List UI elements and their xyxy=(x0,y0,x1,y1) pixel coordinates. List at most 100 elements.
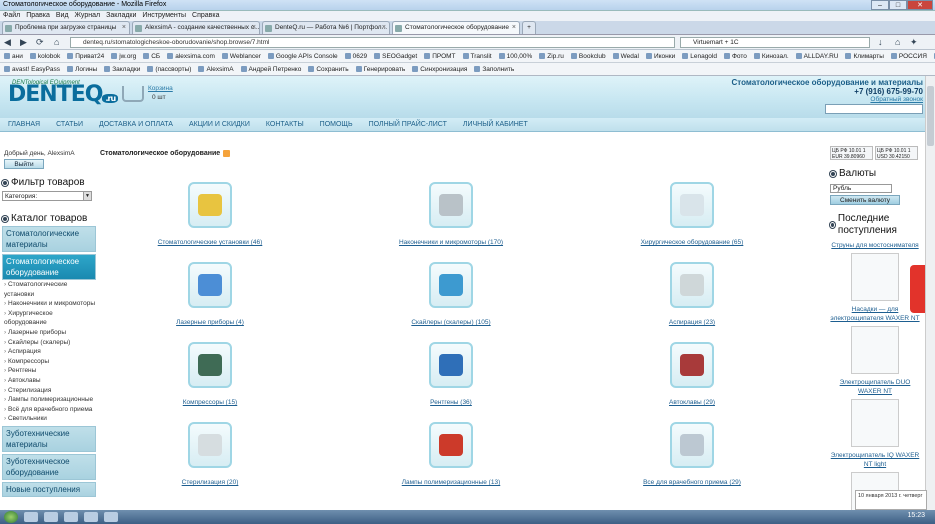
product-link[interactable]: Компрессоры (15) xyxy=(130,399,290,406)
bookmark-item[interactable]: Zip.ru xyxy=(539,50,564,62)
product-category[interactable]: Лампы полимеризационные (13) xyxy=(371,422,531,486)
product-category[interactable]: Лазерные приборы (4) xyxy=(130,262,290,326)
menu-item[interactable]: Журнал xyxy=(75,11,101,21)
product-image[interactable] xyxy=(670,422,714,468)
cat-lab-materials[interactable]: Зуботехнические материалы xyxy=(2,425,96,452)
product-image[interactable] xyxy=(670,342,714,388)
close-tab-icon[interactable]: × xyxy=(382,22,386,34)
logout-button[interactable]: Выйти xyxy=(4,159,44,169)
product-link[interactable]: Стоматологические установки (46) xyxy=(130,239,290,246)
new-item-link[interactable]: Электрощипатель DUO WAXER NT xyxy=(830,378,920,396)
taskbar-app[interactable] xyxy=(104,512,118,522)
reload-icon[interactable]: ⟳ xyxy=(36,37,44,48)
bookmark-item[interactable]: 0629 xyxy=(344,50,367,62)
new-item[interactable]: Струны для мостоснимателя xyxy=(830,241,920,301)
product-category[interactable]: Аспирация (23) xyxy=(612,262,772,326)
cat-new-arrivals[interactable]: Новые поступления xyxy=(2,481,96,497)
product-image[interactable] xyxy=(429,342,473,388)
toolbar-item[interactable]: AlexsimA xyxy=(198,63,234,75)
addon-icon[interactable]: ✦ xyxy=(910,37,918,48)
new-item-image[interactable] xyxy=(851,326,899,374)
vertical-scrollbar[interactable] xyxy=(925,76,935,510)
bookmark-item[interactable]: Translit xyxy=(462,50,492,62)
menu-item[interactable]: Правка xyxy=(26,11,50,21)
product-link[interactable]: Аспирация (23) xyxy=(612,319,772,326)
toolbar-item[interactable]: Андрей Петренко xyxy=(240,63,301,75)
bookmark-item[interactable]: Lenagold xyxy=(682,50,717,62)
product-image[interactable] xyxy=(429,422,473,468)
toolbar-item[interactable]: Генерировать xyxy=(355,63,405,75)
product-link[interactable]: Все для врачебного приема (29) xyxy=(612,479,772,486)
product-link[interactable]: Автоклавы (29) xyxy=(612,399,772,406)
bookmark-item[interactable]: Приват24 xyxy=(67,50,104,62)
product-image[interactable] xyxy=(188,262,232,308)
toolbar-item[interactable]: Логины xyxy=(67,63,97,75)
cart-icon[interactable] xyxy=(122,86,144,102)
bookmark-item[interactable]: Weblancer xyxy=(221,50,261,62)
nav-link[interactable]: Полный прайс-лист xyxy=(369,118,447,131)
taskbar-app[interactable] xyxy=(44,512,58,522)
close-tab-icon[interactable]: × xyxy=(252,22,256,34)
bookmark-item[interactable]: Иконки xyxy=(645,50,675,62)
product-category[interactable]: Все для врачебного приема (29) xyxy=(612,422,772,486)
new-item[interactable]: Насадки — для электрощипателя WAXER NT xyxy=(830,305,920,374)
nav-link[interactable]: Акции и скидки xyxy=(189,118,250,131)
subcategory-link[interactable]: Светильники xyxy=(2,414,97,424)
bookmark-item[interactable]: СБ xyxy=(143,50,160,62)
bookmark-item[interactable]: РОССИЯ xyxy=(890,50,927,62)
toolbar-item[interactable]: Заполнить xyxy=(474,63,514,75)
site-logo[interactable]: DENTEQ .ru xyxy=(8,82,119,107)
nav-link[interactable]: Главная xyxy=(8,118,40,131)
close-tab-icon[interactable]: × xyxy=(512,22,516,34)
bookmark-item[interactable]: kolobok xyxy=(29,50,60,62)
forward-icon[interactable]: ▶ xyxy=(20,37,27,48)
toolbar-item[interactable]: avast! EasyPass xyxy=(4,63,60,75)
bookmark-item[interactable]: ALLDAY.RU xyxy=(795,50,838,62)
bookmark-item[interactable]: SEOGadget xyxy=(374,50,417,62)
product-category[interactable]: Хирургическое оборудование (65) xyxy=(612,182,772,246)
product-link[interactable]: Рентгены (36) xyxy=(371,399,531,406)
subcategory-link[interactable]: Скайлеры (скалеры) xyxy=(2,338,97,348)
minimize-button[interactable]: – xyxy=(871,0,889,10)
menu-item[interactable]: Закладки xyxy=(106,11,136,21)
menu-item[interactable]: Инструменты xyxy=(142,11,186,21)
nav-link[interactable]: Помощь xyxy=(320,118,353,131)
new-item-link[interactable]: Струны для мостоснимателя xyxy=(830,241,920,250)
product-image[interactable] xyxy=(670,182,714,228)
taskbar-app[interactable] xyxy=(64,512,78,522)
product-image[interactable] xyxy=(429,262,473,308)
bookmark-item[interactable]: ани xyxy=(4,50,23,62)
menu-item[interactable]: Справка xyxy=(192,11,219,21)
toolbar-item[interactable]: Сохранить xyxy=(308,63,349,75)
download-icon[interactable]: ↓ xyxy=(878,37,883,48)
product-category[interactable]: Стерилизация (20) xyxy=(130,422,290,486)
search-box[interactable]: Virtuemart + 1С xyxy=(680,37,870,48)
rss-icon[interactable] xyxy=(223,150,231,157)
product-category[interactable]: Автоклавы (29) xyxy=(612,342,772,406)
maximize-button[interactable]: □ xyxy=(889,0,907,10)
nav-link[interactable]: Контакты xyxy=(266,118,304,131)
category-select[interactable]: Категория: ▼ xyxy=(2,191,92,201)
product-image[interactable] xyxy=(188,342,232,388)
bookmark-item[interactable]: Wedal xyxy=(612,50,639,62)
currency-select[interactable]: Рубль xyxy=(830,184,892,193)
change-currency-button[interactable]: Сменить валюту xyxy=(830,195,900,205)
cart-link[interactable]: Корзина xyxy=(148,85,173,92)
cat-lab-equipment[interactable]: Зуботехническое оборудование xyxy=(2,453,96,480)
taskbar-app[interactable] xyxy=(24,512,38,522)
product-category[interactable]: Стоматологические установки (46) xyxy=(130,182,290,246)
menu-item[interactable]: Вид xyxy=(56,11,69,21)
toolbar-item[interactable]: Синхронизация xyxy=(412,63,467,75)
subcategory-link[interactable]: Наконечники и микромоторы xyxy=(2,299,97,309)
scrollbar-thumb[interactable] xyxy=(927,86,934,146)
menu-item[interactable]: Файл xyxy=(3,11,20,21)
product-image[interactable] xyxy=(429,182,473,228)
bookmark-item[interactable]: ПРОМТ xyxy=(424,50,456,62)
nav-link[interactable]: Личный кабинет xyxy=(463,118,528,131)
tab-3[interactable]: DenteQ.ru — Работа №6 | Портфол... × xyxy=(262,21,390,34)
product-link[interactable]: Хирургическое оборудование (65) xyxy=(612,239,772,246)
product-image[interactable] xyxy=(670,262,714,308)
bookmark-item[interactable]: 100,00% xyxy=(498,50,532,62)
subcategory-link[interactable]: Всё для врачебного приема xyxy=(2,405,97,415)
close-button[interactable]: ✕ xyxy=(907,0,933,10)
